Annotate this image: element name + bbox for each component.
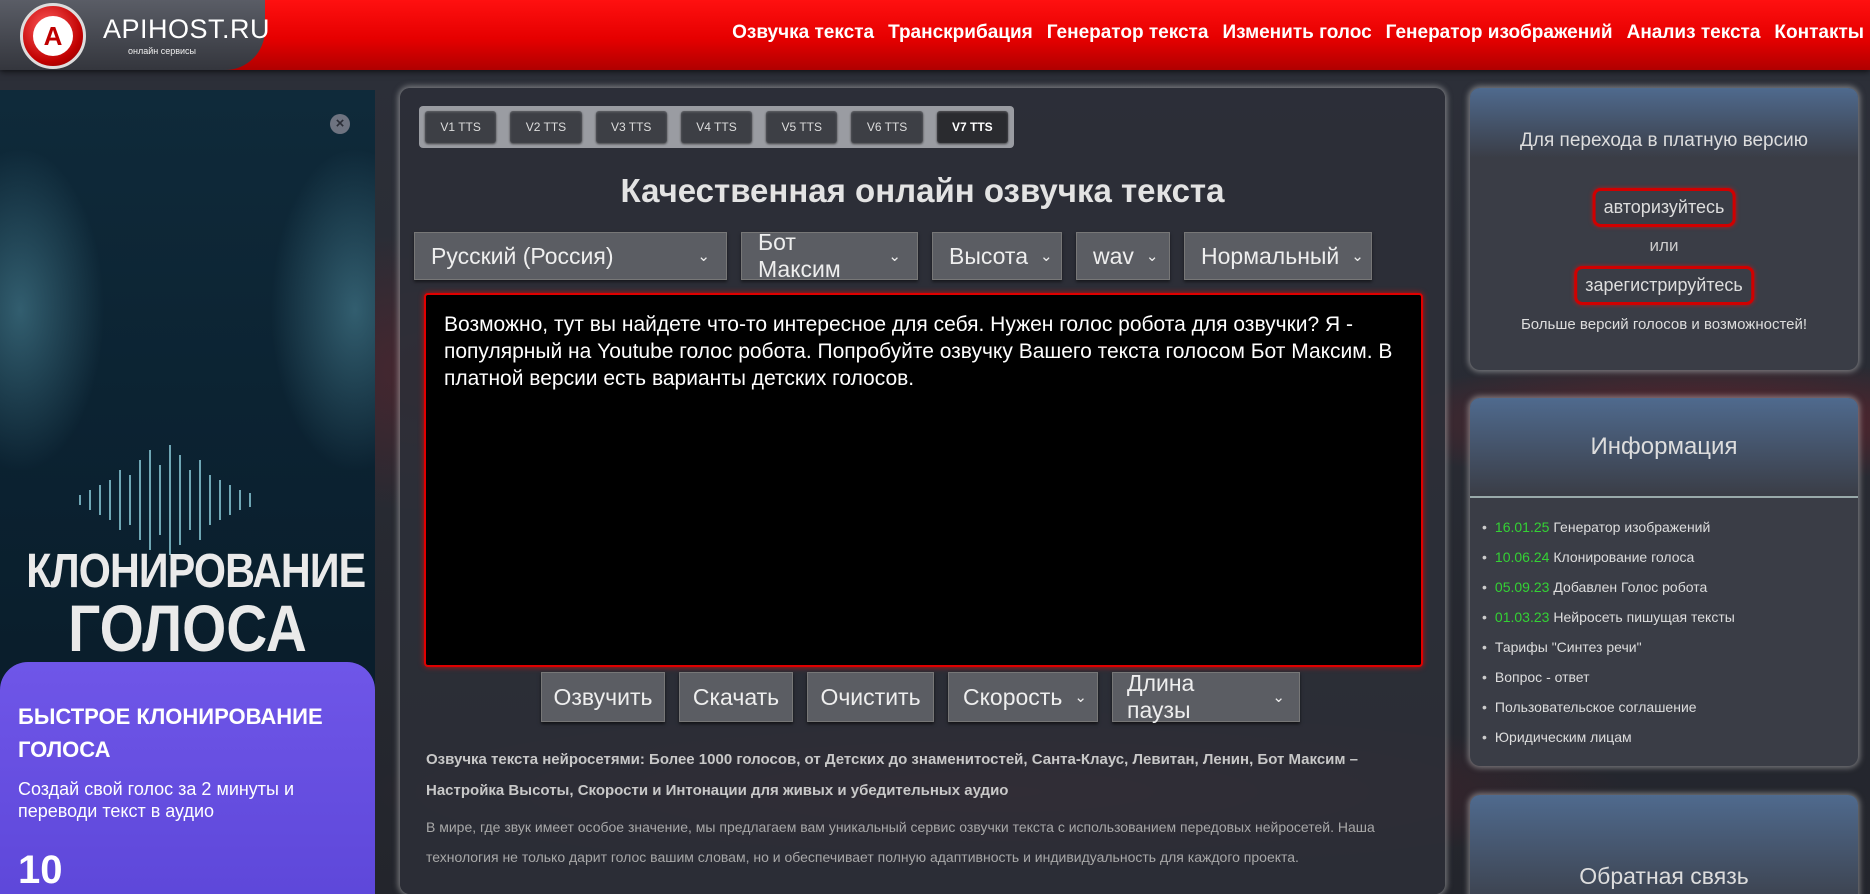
page-title: Качественная онлайн озвучка текста	[620, 172, 1225, 209]
nav-change-voice[interactable]: Изменить голос	[1222, 22, 1371, 44]
tab-v4[interactable]: V4 TTS	[680, 111, 753, 143]
info-title: Информация	[1470, 398, 1858, 498]
language-select[interactable]: Русский (Россия) ⌄	[414, 232, 727, 280]
speed-select[interactable]: Скорость ⌄	[948, 672, 1098, 722]
feedback-panel: Обратная связь	[1470, 795, 1858, 894]
list-item[interactable]: Юридическим лицам	[1482, 722, 1846, 752]
download-button[interactable]: Скачать	[679, 672, 793, 722]
ad-card-title: БЫСТРОЕ КЛОНИРОВАНИЕ ГОЛОСА	[18, 704, 323, 762]
logo-subtitle: онлайн сервисы	[128, 46, 197, 56]
chevron-down-icon: ⌄	[1351, 248, 1364, 265]
logo-text: APIHOST.RU	[103, 14, 271, 44]
clear-button[interactable]: Очистить	[807, 672, 934, 722]
nav-tts[interactable]: Озвучка текста	[732, 22, 874, 44]
chevron-down-icon: ⌄	[1272, 689, 1285, 706]
ad-card[interactable]: БЫСТРОЕ КЛОНИРОВАНИЕ ГОЛОСА Создай свой …	[0, 662, 375, 894]
chevron-down-icon: ⌄	[1074, 689, 1087, 706]
ad-banner[interactable]: × КЛОНИРОВАНИЕ ГОЛОСА БЫСТРОЕ КЛОНИРОВАН…	[0, 90, 375, 894]
chevron-down-icon: ⌄	[1039, 248, 1053, 265]
nav-transcription[interactable]: Транскрибация	[888, 22, 1033, 44]
feedback-title[interactable]: Обратная связь	[1470, 795, 1858, 894]
nav-contacts[interactable]: Контакты	[1774, 22, 1864, 44]
tab-v1[interactable]: V1 TTS	[425, 111, 497, 143]
nav-text-analysis[interactable]: Анализ текста	[1627, 22, 1761, 44]
description-heading: Озвучка текста нейросетями: Более 1000 г…	[426, 751, 1359, 799]
chevron-down-icon: ⌄	[697, 248, 710, 265]
tab-v6[interactable]: V6 TTS	[851, 111, 923, 143]
ad-close-icon[interactable]: ×	[330, 114, 350, 134]
logo[interactable]: A APIHOST.RU онлайн сервисы	[0, 0, 270, 70]
text-input[interactable]: Возможно, тут вы найдете что-то интересн…	[424, 293, 1423, 667]
info-panel: Информация 16.01.25Генератор изображений…	[1470, 398, 1858, 766]
sound-wave-image	[79, 445, 251, 555]
tab-v3[interactable]: V3 TTS	[595, 111, 667, 143]
nav-image-generator[interactable]: Генератор изображений	[1386, 22, 1613, 44]
ad-card-number: 10	[18, 848, 63, 892]
ad-title-line2: ГОЛОСА	[68, 591, 307, 665]
pitch-select[interactable]: Высота ⌄	[932, 232, 1062, 280]
tab-v7[interactable]: V7 TTS	[936, 111, 1008, 143]
ad-card-text: Создай свой голос за 2 минуты и переводи…	[18, 779, 295, 821]
list-item[interactable]: 16.01.25Генератор изображений	[1482, 512, 1846, 542]
list-item[interactable]: 01.03.23Нейросеть пишущая тексты	[1482, 602, 1846, 632]
main-nav: Озвучка текста Транскрибация Генератор т…	[732, 22, 1864, 44]
chevron-down-icon: ⌄	[888, 248, 901, 265]
settings-row: Русский (Россия) ⌄ Бот Максим ⌄ Высота ⌄ wa…	[414, 229, 1372, 282]
paid-more-text: Больше версий голосов и возможностей!	[1520, 316, 1808, 333]
tab-v2[interactable]: V2 TTS	[510, 111, 582, 143]
mode-select[interactable]: Нормальный ⌄	[1184, 232, 1372, 280]
paid-title: Для перехода в платную версию	[1520, 130, 1808, 151]
list-item[interactable]: Тарифы "Синтез речи"	[1482, 632, 1846, 662]
version-tabs: V1 TTS V2 TTS V3 TTS V4 TTS V5 TTS V6 TT…	[419, 106, 1014, 148]
tab-v5[interactable]: V5 TTS	[766, 111, 838, 143]
list-item[interactable]: 05.09.23Добавлен Голос робота	[1482, 572, 1846, 602]
pause-length-select[interactable]: Длина паузы ⌄	[1112, 670, 1300, 723]
chevron-down-icon: ⌄	[1145, 248, 1159, 265]
paid-version-panel: Для перехода в платную версию авторизуйт…	[1470, 88, 1858, 370]
list-item[interactable]: Пользовательское соглашение	[1482, 692, 1846, 722]
voice-select[interactable]: Бот Максим ⌄	[741, 229, 918, 282]
list-item[interactable]: 10.06.24Клонирование голоса	[1482, 542, 1846, 572]
tts-panel: V1 TTS V2 TTS V3 TTS V4 TTS V5 TTS V6 TT…	[400, 88, 1445, 894]
speak-button[interactable]: Озвучить	[541, 672, 665, 722]
logo-icon: A	[20, 3, 86, 69]
nav-text-generator[interactable]: Генератор текста	[1047, 22, 1209, 44]
format-select[interactable]: wav ⌄	[1076, 232, 1170, 280]
site-header: A APIHOST.RU онлайн сервисы Озвучка текс…	[0, 0, 1870, 70]
login-button[interactable]: авторизуйтесь	[1592, 188, 1736, 227]
info-list: 16.01.25Генератор изображений 10.06.24Кл…	[1470, 498, 1858, 766]
register-button[interactable]: зарегистрируйтесь	[1574, 266, 1754, 305]
or-label: или	[1649, 236, 1679, 255]
action-row: Озвучить Скачать Очистить Скорость ⌄ Длин…	[541, 670, 1300, 723]
list-item[interactable]: Вопрос - ответ	[1482, 662, 1846, 692]
description-text: В мире, где звук имеет особое значение, …	[426, 819, 1375, 865]
